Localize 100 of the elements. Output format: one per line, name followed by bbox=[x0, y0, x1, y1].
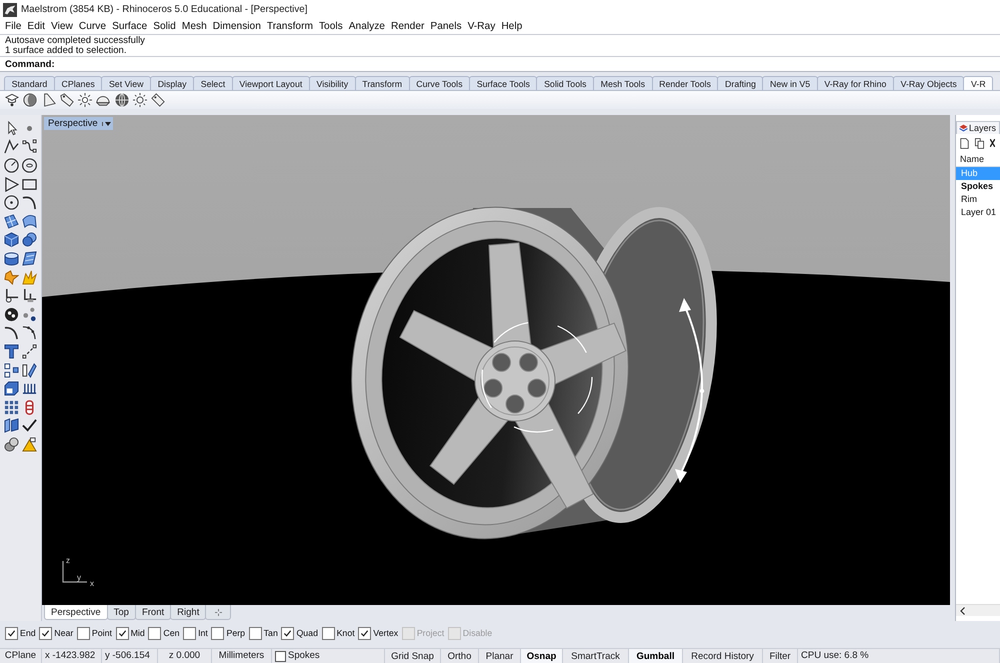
shaded-sphere-icon[interactable] bbox=[23, 93, 38, 107]
menu-item[interactable]: Render bbox=[388, 21, 428, 32]
viewport[interactable]: Perspective z y x bbox=[42, 115, 950, 605]
osnap-label[interactable]: Vertex bbox=[373, 628, 398, 638]
viewport-tab[interactable]: Front bbox=[134, 605, 172, 620]
spotlight-icon[interactable] bbox=[42, 93, 56, 107]
status-toggle[interactable]: Ortho bbox=[441, 649, 479, 663]
layer-swatch-icon[interactable] bbox=[275, 650, 286, 662]
toolbar-tab[interactable]: V-R bbox=[963, 76, 994, 90]
osnap-checkbox[interactable] bbox=[358, 626, 372, 640]
toolbar-tab[interactable]: Display bbox=[150, 76, 194, 90]
lumps-icon[interactable] bbox=[4, 436, 19, 452]
trim-icon[interactable] bbox=[4, 288, 19, 304]
osnap-label[interactable]: Perp bbox=[226, 628, 246, 638]
checkmark-icon[interactable] bbox=[22, 418, 37, 434]
linked-squares-icon[interactable] bbox=[4, 362, 19, 378]
slanted-bars-icon[interactable] bbox=[22, 362, 37, 378]
osnap-checkbox[interactable] bbox=[5, 626, 18, 640]
rotation-arc[interactable] bbox=[675, 298, 704, 483]
menu-item[interactable]: Dimension bbox=[210, 21, 264, 32]
curved-surface-icon[interactable] bbox=[22, 214, 37, 229]
sun-icon[interactable] bbox=[78, 93, 92, 107]
toolbar-tab[interactable]: V-Ray Objects bbox=[893, 76, 964, 90]
cone-icon[interactable] bbox=[22, 436, 37, 452]
osnap-checkbox[interactable] bbox=[183, 626, 196, 640]
long-tag-icon[interactable] bbox=[60, 93, 74, 107]
toolbar-tab[interactable]: Mesh Tools bbox=[593, 76, 653, 90]
delete-icon[interactable] bbox=[990, 139, 995, 147]
toolbar-tab[interactable]: V-Ray for Rhino bbox=[816, 76, 894, 90]
polyline-icon[interactable] bbox=[4, 139, 19, 154]
wheel-drawing[interactable] bbox=[351, 206, 717, 540]
toolbar-tab[interactable]: Standard bbox=[4, 76, 55, 90]
menu-item[interactable]: Mesh bbox=[178, 21, 210, 32]
menu-item[interactable]: Help bbox=[498, 21, 526, 32]
viewport-tab[interactable]: Perspective bbox=[44, 605, 108, 620]
globe-icon[interactable] bbox=[114, 93, 129, 107]
toolbar-tab[interactable]: Viewport Layout bbox=[232, 76, 310, 90]
cylinder-icon[interactable] bbox=[4, 250, 19, 266]
osnap-checkbox[interactable] bbox=[281, 626, 294, 640]
toolbar-tab[interactable]: Select bbox=[193, 76, 233, 90]
toolbar-tab[interactable]: Curve Tools bbox=[408, 76, 470, 90]
scattered-dots-icon[interactable] bbox=[22, 306, 37, 322]
menu-item[interactable]: File bbox=[2, 21, 24, 32]
rectangle-icon[interactable] bbox=[22, 176, 37, 192]
new-document-icon[interactable] bbox=[960, 138, 969, 148]
osnap-label[interactable]: Near bbox=[54, 628, 74, 638]
units-button[interactable]: Millimeters bbox=[212, 649, 272, 663]
command-field[interactable]: Command: bbox=[0, 57, 1000, 72]
sun-outline-icon[interactable] bbox=[133, 93, 148, 107]
toolbar-tab[interactable]: Visibility bbox=[308, 76, 356, 90]
osnap-label[interactable]: Int bbox=[198, 628, 208, 638]
osnap-checkbox[interactable] bbox=[116, 626, 129, 640]
toolbar-tab[interactable]: Drafting bbox=[717, 76, 764, 90]
menu-item[interactable]: Panels bbox=[427, 21, 465, 32]
split-icon[interactable] bbox=[22, 288, 37, 304]
osnap-label[interactable]: End bbox=[20, 628, 36, 638]
menu-item[interactable]: Solid bbox=[150, 21, 179, 32]
hatch-lines-icon[interactable] bbox=[22, 381, 37, 396]
viewport-tab[interactable]: Top bbox=[106, 605, 136, 620]
layer-name[interactable]: Spokes bbox=[288, 649, 320, 663]
t-block-icon[interactable] bbox=[4, 344, 19, 359]
osnap-label[interactable]: Tan bbox=[264, 628, 278, 638]
menu-item[interactable]: Tools bbox=[316, 21, 346, 32]
osnap-checkbox[interactable] bbox=[211, 626, 224, 640]
toolbar-tab[interactable]: Transform bbox=[354, 76, 410, 90]
control-points-curve-icon[interactable] bbox=[22, 139, 37, 154]
dot-grid-icon[interactable] bbox=[4, 400, 19, 415]
menu-item[interactable]: Curve bbox=[76, 21, 110, 32]
tilted-plane-icon[interactable] bbox=[22, 250, 37, 266]
menu-item[interactable]: Surface bbox=[109, 21, 150, 32]
layers-tab[interactable]: Layers bbox=[956, 121, 1000, 134]
horizontal-scrollbar[interactable] bbox=[956, 604, 1000, 616]
spheres-icon[interactable] bbox=[22, 232, 37, 248]
rotation-ring[interactable] bbox=[481, 321, 593, 433]
osnap-label[interactable]: Point bbox=[92, 628, 112, 638]
copy-icon[interactable] bbox=[975, 138, 984, 148]
blob-icon[interactable] bbox=[4, 306, 19, 322]
triangle-icon[interactable] bbox=[4, 176, 19, 192]
status-toggle[interactable]: Filter bbox=[763, 649, 798, 663]
toolbar-tab[interactable]: Render Tools bbox=[652, 76, 718, 90]
osnap-checkbox[interactable] bbox=[148, 626, 162, 640]
status-toggle[interactable]: Grid Snap bbox=[385, 649, 441, 663]
menu-item[interactable]: View bbox=[48, 21, 76, 32]
scroll-left-icon[interactable] bbox=[960, 606, 965, 614]
circle-icon[interactable] bbox=[4, 158, 19, 173]
surface-patch-icon[interactable] bbox=[4, 214, 19, 229]
status-toggle[interactable]: Record History bbox=[683, 649, 763, 663]
menu-item[interactable]: Analyze bbox=[346, 21, 388, 32]
toolbar-tab[interactable]: New in V5 bbox=[762, 76, 818, 90]
dashed-diagonal-icon[interactable] bbox=[22, 344, 37, 359]
mortarboard-icon[interactable] bbox=[5, 93, 19, 107]
dome-icon[interactable] bbox=[96, 93, 110, 107]
arc-icon[interactable] bbox=[22, 195, 37, 210]
osnap-label[interactable]: Knot bbox=[336, 628, 355, 638]
status-toggle[interactable]: Osnap bbox=[521, 649, 563, 663]
cplane-button[interactable]: CPlane bbox=[0, 649, 42, 663]
solid-block-icon[interactable] bbox=[4, 381, 19, 396]
stacked-panels-icon[interactable] bbox=[4, 418, 19, 434]
layer-row[interactable]: Rim bbox=[956, 193, 1000, 206]
toolbar-tab[interactable]: CPlanes bbox=[54, 76, 102, 90]
